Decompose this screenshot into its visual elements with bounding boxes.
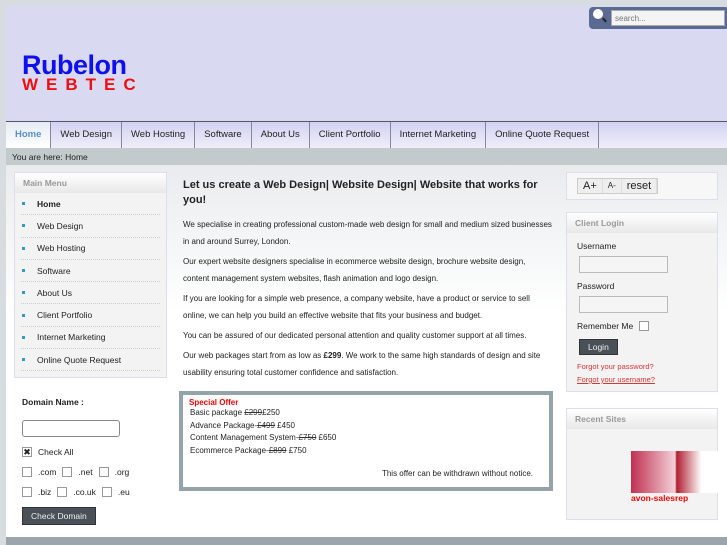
paragraph: Our web packages start from as low as £2… [183,347,553,381]
tld-label: .net [78,467,93,477]
offer-title: Special Offer [189,398,239,407]
tld-com-checkbox[interactable] [22,467,32,477]
nav-internet-marketing[interactable]: Internet Marketing [391,122,487,148]
tld-label: .eu [117,487,130,497]
offer-item: Basic package £299£250 [190,408,280,417]
main-menu-title: Main Menu [15,173,166,193]
nav-about-us[interactable]: About Us [252,122,310,148]
bullet-icon [22,291,25,295]
login-title: Client Login [567,213,717,233]
password-label: Password [577,281,615,291]
menu-item-web-hosting[interactable]: Web Hosting [21,238,160,260]
tld-org-checkbox[interactable] [98,467,109,477]
tld-label: .com [38,467,57,477]
offer-item: Ecommerce Package-£899 £750 [190,445,307,455]
bullet-icon [22,358,25,362]
recent-sites: Recent Sites avon-salesrep [566,408,719,520]
search-box [589,7,727,29]
footer-bar [6,537,727,545]
bullet-icon [22,269,25,273]
login-button[interactable]: Login [579,339,618,355]
nav-home[interactable]: Home [6,122,52,148]
top-nav: Home Web Design Web Hosting Software Abo… [6,121,727,148]
header: Rubelon WEBTEC [6,6,727,122]
domain-input[interactable] [22,420,120,437]
nav-software[interactable]: Software [195,122,252,148]
menu-label: Software [37,265,71,276]
tld-couk-checkbox[interactable] [57,487,68,497]
username-input[interactable] [579,256,668,273]
paragraph: If you are looking for a simple web pres… [183,294,530,320]
menu-label: Web Hosting [37,243,86,254]
offer-note: This offer can be withdrawn without noti… [381,469,533,478]
menu-item-software[interactable]: Software [21,260,160,283]
text: Our web packages start from as low as [183,351,324,360]
forgot-username-link[interactable]: Forgot your username? [577,375,707,384]
menu-item-web-design[interactable]: Web Design [21,215,160,238]
offer-item: Content Management System-£750 £650 [190,433,337,442]
font-size-controls: A+ A- reset [566,172,718,200]
tld-label: .biz [38,487,52,497]
search-input[interactable] [611,10,725,26]
paragraph: You can be assured of our dedicated pers… [183,331,527,340]
recent-title: Recent Sites [567,409,717,429]
bullet-icon [22,246,25,250]
tld-eu-checkbox[interactable] [101,487,112,497]
main-menu: Main Menu Home Web Design Web Hosting So… [14,172,167,378]
font-reset-button[interactable]: reset [622,179,658,193]
menu-label: Internet Marketing [37,332,106,343]
client-login: Client Login Username Password Remember … [566,212,718,392]
nav-web-hosting[interactable]: Web Hosting [122,122,196,148]
menu-label: Web Design [37,220,84,231]
menu-item-home[interactable]: Home [21,193,160,216]
username-label: Username [577,241,617,251]
site-thumbnail[interactable] [631,451,719,493]
password-input[interactable] [579,296,668,313]
menu-label: Client Portfolio [37,310,93,321]
tld-net-checkbox[interactable] [62,467,73,477]
menu-item-internet-marketing[interactable]: Internet Marketing [21,327,160,350]
domain-checker: Domain Name : ✖ Check All .com .net .org … [22,397,172,525]
menu-item-client-portfolio[interactable]: Client Portfolio [21,304,160,327]
bullet-icon [22,335,25,339]
menu-label: About Us [37,287,72,298]
logo[interactable]: Rubelon WEBTEC [22,52,144,94]
special-offer: Special Offer Basic package £299£250 Adv… [179,391,553,491]
remember-label: Remember Me [577,321,634,331]
nav-online-quote[interactable]: Online Quote Request [486,122,600,148]
main-area: Main Menu Home Web Design Web Hosting So… [6,165,727,537]
menu-label: Home [37,198,61,209]
domain-label: Domain Name : [22,397,84,407]
tld-label: .org [114,467,130,477]
nav-client-portfolio[interactable]: Client Portfolio [310,122,391,148]
tld-biz-checkbox[interactable] [22,487,32,497]
menu-item-online-quote[interactable]: Online Quote Request [21,349,160,372]
logo-line2: WEBTEC [22,75,144,94]
bullet-icon [22,202,25,206]
check-all-checkbox[interactable]: ✖ [22,447,32,457]
remember-checkbox[interactable] [639,321,650,331]
font-decrease-button[interactable]: A- [603,179,622,193]
bullet-icon [22,313,25,317]
offer-item: Advance Package-£499 £450 [190,420,295,430]
site-caption[interactable]: avon-salesrep [631,493,688,503]
price: £299 [323,351,342,360]
font-increase-button[interactable]: A+ [578,179,603,193]
check-domain-button[interactable]: Check Domain [22,507,96,525]
content: Let us create a Web Design| Website Desi… [183,178,553,381]
search-icon-handle [602,17,607,23]
menu-item-about-us[interactable]: About Us [21,282,160,305]
menu-label: Online Quote Request [37,354,122,365]
tld-label: .co.uk [73,487,96,497]
page-heading: Let us create a Web Design| Website Desi… [183,179,538,206]
check-all-label: Check All [38,447,74,457]
paragraph: Our expert website designers specialise … [183,257,526,283]
nav-web-design[interactable]: Web Design [51,122,122,148]
forgot-password-link[interactable]: Forgot your password? [577,362,707,371]
paragraph: We specialise in creating professional c… [183,220,552,246]
bullet-icon [22,224,25,228]
breadcrumb: You are here: Home [6,148,727,165]
